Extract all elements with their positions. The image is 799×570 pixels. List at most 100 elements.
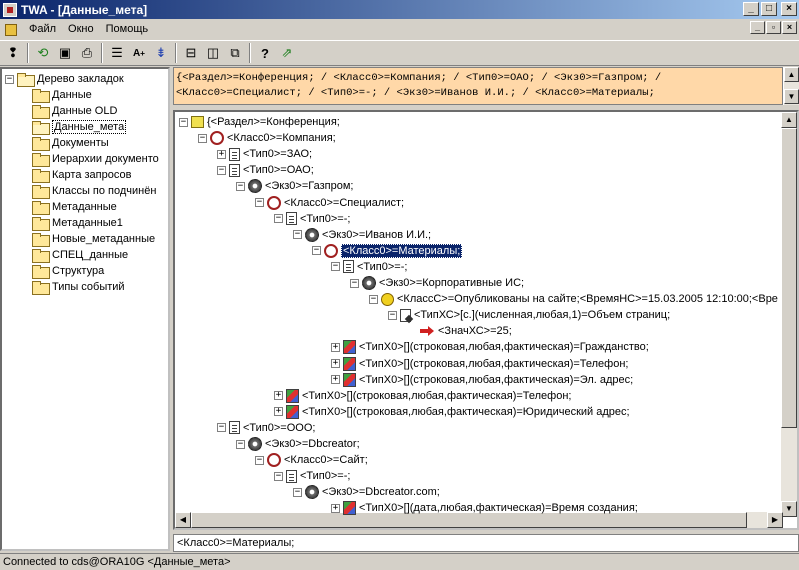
print-icon[interactable]: ⎙ (76, 42, 98, 64)
mdi-close-button[interactable]: × (782, 21, 797, 34)
scroll-down-button[interactable]: ▼ (784, 89, 799, 104)
split-vertical-icon[interactable]: ◫ (202, 42, 224, 64)
vertical-scrollbar[interactable]: ▲ ▼ (781, 112, 797, 517)
tree-item[interactable]: Типы событий (32, 279, 125, 295)
tree-node[interactable]: + <ТипХ0>[](дата,любая,фактическая)=Время… (331, 500, 638, 516)
tree-item[interactable]: Документы (32, 135, 109, 151)
collapse-icon[interactable]: − (293, 487, 302, 497)
minimize-button[interactable]: _ (743, 2, 759, 16)
tree-node[interactable]: − <Класс0>=Сайт; (255, 452, 368, 468)
tree-node[interactable]: − <Тип0>=-; (331, 259, 407, 275)
maximize-button[interactable]: □ (761, 2, 777, 16)
scroll-up-button[interactable]: ▲ (781, 112, 797, 128)
scroll-up-button[interactable]: ▲ (784, 67, 799, 82)
scroll-down-button[interactable]: ▼ (781, 501, 797, 517)
tree-item[interactable]: Данные_мета (32, 119, 127, 135)
tree-node[interactable]: − <КлассС>=Опубликованы на сайте;<ВремяНС… (369, 291, 778, 307)
save-icon[interactable]: ▣ (54, 42, 76, 64)
font-size-icon[interactable]: A + (128, 42, 150, 64)
tree-node[interactable]: + <ТипХ0>[](строковая,любая,фактическая)=… (331, 339, 649, 355)
menu-file[interactable]: Файл (23, 23, 62, 35)
tree-root[interactable]: − Дерево закладок (5, 71, 124, 87)
help-pointer-icon[interactable]: ❢ (2, 42, 24, 64)
tree-node[interactable]: + <ТипХ0>[](строковая,любая,фактическая)=… (274, 388, 571, 404)
selection-field[interactable]: <Класс0>=Материалы; (173, 534, 799, 552)
collapse-icon[interactable]: − (255, 455, 264, 465)
sort-icon[interactable]: ⇟ (150, 42, 172, 64)
tree-node[interactable]: − <ТипХС>[с.](численная,любая,1)=Объем ст… (388, 307, 670, 323)
tree-node[interactable]: − <Тип0>=-; (274, 211, 350, 227)
scroll-thumb[interactable] (781, 128, 797, 428)
collapse-icon[interactable]: − (331, 262, 340, 272)
tree-item[interactable]: СПЕЦ_данные (32, 247, 128, 263)
collapse-icon[interactable]: − (388, 310, 397, 320)
tree-node[interactable]: + <ТипХ0>[](строковая,любая,фактическая)=… (274, 404, 630, 420)
tree-node[interactable]: − <Тип0>=ОАО; (217, 162, 314, 178)
tree-node[interactable]: <ЗначХС>=25; (407, 323, 512, 339)
tree-node[interactable]: − <Экз0>=Корпоративные ИС; (350, 275, 524, 291)
info-scrollbar[interactable]: ▲ ▼ (783, 67, 799, 105)
tree-item[interactable]: Данные OLD (32, 103, 117, 119)
expand-icon[interactable]: + (331, 342, 340, 352)
tree-item[interactable]: Новые_метаданные (32, 231, 155, 247)
collapse-icon[interactable]: − (274, 214, 283, 224)
window-icon[interactable]: ⧉ (224, 42, 246, 64)
tree-item[interactable]: Метаданные1 (32, 215, 123, 231)
scroll-left-button[interactable]: ◀ (175, 512, 191, 528)
collapse-icon[interactable]: − (217, 165, 226, 175)
tree-node[interactable]: − <Класс0>=Специалист; (255, 195, 404, 211)
tree-node[interactable]: + <ТипХ0>[](строковая,любая,фактическая)=… (331, 356, 628, 372)
expand-icon[interactable]: + (331, 503, 340, 513)
collapse-icon[interactable]: − (236, 439, 245, 449)
scroll-right-button[interactable]: ▶ (767, 512, 783, 528)
expand-icon[interactable]: + (217, 149, 226, 159)
refresh-icon[interactable]: ⟲ (32, 42, 54, 64)
list-icon[interactable]: ☰ (106, 42, 128, 64)
tree-node[interactable]: + <Тип0>=ЗАО; (217, 146, 312, 162)
tree-node[interactable]: − <Класс0>=Материалы; (312, 243, 463, 259)
mdi-minimize-button[interactable]: _ (750, 21, 765, 34)
tree-item[interactable]: Классы по подчинён (32, 183, 156, 199)
collapse-icon[interactable]: − (236, 181, 245, 191)
collapse-icon[interactable]: − (5, 74, 14, 84)
collapse-icon[interactable]: − (217, 423, 226, 433)
mdi-restore-button[interactable]: ▫ (766, 21, 781, 34)
tree-node[interactable]: + <ТипХ0>[](строковая,любая,фактическая)=… (331, 372, 633, 388)
collapse-icon[interactable]: − (179, 117, 188, 127)
expand-icon[interactable]: + (331, 375, 340, 385)
expand-icon[interactable]: + (331, 359, 340, 368)
bookmark-tree[interactable]: − Дерево закладок Данные Данные OLD Данные… (0, 67, 170, 551)
tree-node[interactable]: − <Класс0>=Компания; (198, 130, 336, 146)
tree-item[interactable]: Метаданные (32, 199, 117, 215)
split-horizontal-icon[interactable]: ⊟ (180, 42, 202, 64)
tree-node[interactable]: − <Тип0>=-; (274, 468, 350, 484)
collapse-icon[interactable]: − (293, 230, 302, 240)
collapse-icon[interactable]: − (255, 198, 264, 207)
data-tree[interactable]: ▲ ▼ ◀ ▶ − {<Раздел>=Конференция; − <Класс0>… (173, 110, 799, 530)
collapse-icon[interactable]: − (350, 278, 359, 288)
document-icon[interactable] (3, 21, 19, 36)
collapse-icon[interactable]: − (198, 133, 207, 143)
tree-node[interactable]: − <Экз0>=Dbcreator.com; (293, 484, 440, 500)
tree-item[interactable]: Карта запросов (32, 167, 131, 183)
help-icon[interactable]: ? (254, 42, 276, 64)
close-button[interactable]: × (781, 2, 797, 16)
tree-item[interactable]: Иерархии документо (32, 151, 159, 167)
folder-icon (32, 105, 50, 119)
tree-node[interactable]: − {<Раздел>=Конференция; (179, 114, 340, 130)
export-icon[interactable]: ⇗ (276, 42, 298, 64)
collapse-icon[interactable]: − (312, 246, 321, 256)
expand-icon[interactable]: + (274, 407, 283, 417)
menu-help[interactable]: Помощь (100, 23, 155, 35)
collapse-icon[interactable]: − (369, 294, 378, 304)
tree-node[interactable]: − <Экз0>=Газпром; (236, 178, 353, 194)
tree-node[interactable]: − <Тип0>=ООО; (217, 420, 315, 436)
tree-node[interactable]: − <Экз0>=Dbcreator; (236, 436, 360, 452)
menu-window[interactable]: Окно (62, 23, 100, 35)
tree-item[interactable]: Данные (32, 87, 92, 103)
expand-icon[interactable]: + (274, 391, 283, 401)
collapse-icon[interactable]: − (274, 471, 283, 481)
tree-node[interactable]: − <Экз0>=Иванов И.И.; (293, 227, 431, 243)
toolbar-separator (175, 43, 177, 63)
tree-item[interactable]: Структура (32, 263, 104, 279)
